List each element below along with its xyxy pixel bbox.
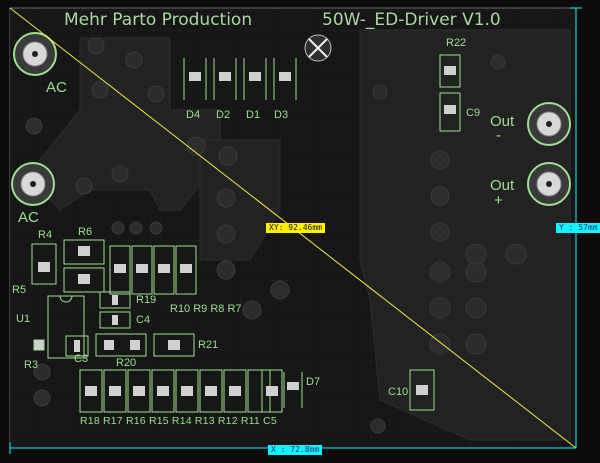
label-c10: C10 — [388, 386, 409, 398]
ac-connector-bottom[interactable] — [11, 162, 55, 206]
label-d3: D3 — [274, 109, 289, 121]
label-r22: R22 — [446, 37, 467, 49]
label-d4: D4 — [186, 109, 201, 121]
label-out-bottom-sign: + — [494, 192, 503, 209]
label-out-top-sign: - — [496, 127, 501, 144]
label-r4: R4 — [38, 229, 53, 241]
label-r6: R6 — [78, 226, 93, 238]
label-ac-bottom: AC — [18, 209, 39, 226]
label-r5: R5 — [12, 284, 27, 296]
label-r19: R19 — [136, 294, 157, 306]
measure-diagonal-label: XY: 92.46mm — [266, 223, 325, 233]
label-r21: R21 — [198, 339, 219, 351]
label-r20: R20 — [116, 357, 137, 369]
pcb-viewer: Mehr Parto Production 50W-_ED-Driver V1.… — [0, 0, 600, 463]
label-u1: U1 — [16, 313, 31, 325]
label-c3: C3 — [74, 353, 89, 365]
label-d7: D7 — [306, 376, 321, 388]
measure-y-label: Y : 57mm — [556, 223, 600, 233]
label-out-top: Out — [490, 113, 515, 130]
label-ac-top: AC — [46, 79, 67, 96]
fiducial-mark — [304, 34, 332, 62]
label-d2: D2 — [216, 109, 231, 121]
label-c9: C9 — [466, 107, 481, 119]
label-d1: D1 — [246, 109, 261, 121]
label-c4: C4 — [136, 314, 151, 326]
out-connector-top[interactable] — [527, 102, 571, 146]
label-bottom-row: R18 R17 R16 R15 R14 R13 R12 R11 C5 — [80, 415, 277, 427]
measure-x-label: X : 72.8mm — [268, 445, 323, 455]
label-r3: R3 — [24, 359, 39, 371]
board-title-left: Mehr Parto Production — [64, 10, 253, 30]
label-r10-r7: R10 R9 R8 R7 — [170, 303, 242, 315]
board-title-right: 50W-_ED-Driver V1.0 — [322, 10, 501, 30]
label-out-bottom: Out — [490, 177, 515, 194]
out-connector-bottom[interactable] — [527, 162, 571, 206]
